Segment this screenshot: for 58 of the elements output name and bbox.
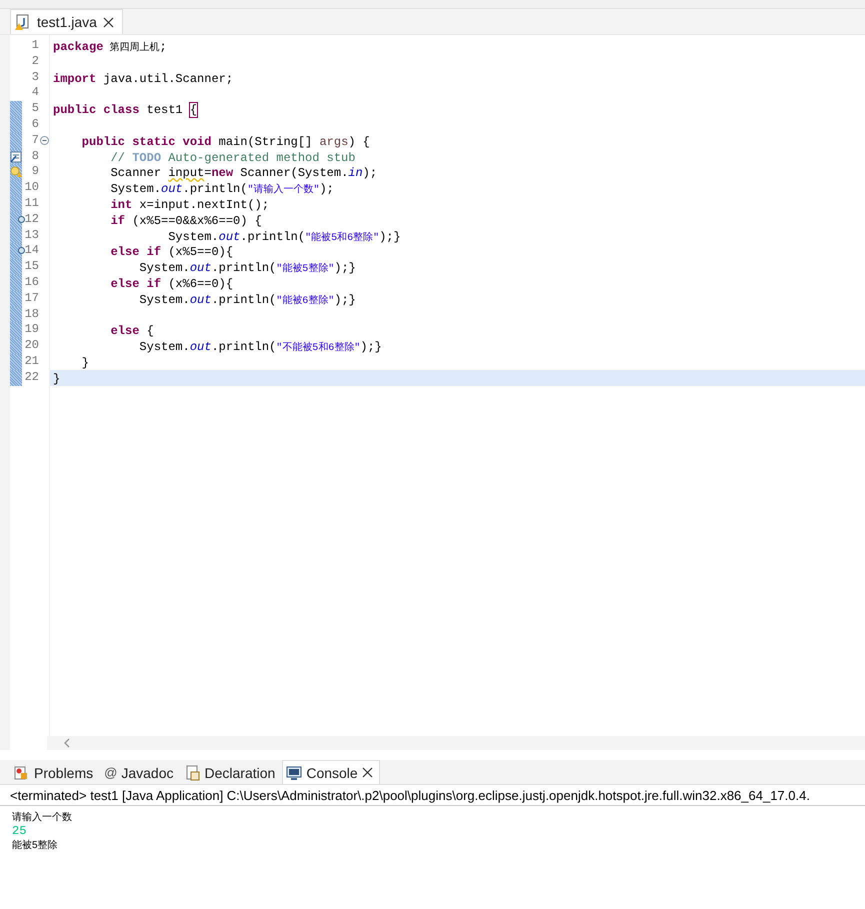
code-line: } bbox=[53, 372, 60, 386]
view-tab[interactable]: Problems bbox=[10, 760, 100, 784]
code-line: else { bbox=[110, 324, 154, 338]
line-number: 10 bbox=[24, 180, 39, 194]
view-tab[interactable]: @ Javadoc bbox=[100, 760, 180, 784]
line-number: 21 bbox=[24, 354, 39, 368]
view-tab[interactable]: Console bbox=[282, 760, 380, 784]
line-number: 20 bbox=[24, 338, 39, 352]
line-number: 19 bbox=[24, 322, 39, 336]
line-number: 11 bbox=[24, 196, 39, 210]
code-line: public class test1 { bbox=[53, 103, 198, 118]
collapse-icon[interactable] bbox=[40, 136, 49, 145]
line-number: 17 bbox=[24, 290, 39, 305]
editor-tab[interactable]: test1.java bbox=[10, 9, 123, 34]
code-line: package 第四周上机; bbox=[53, 40, 167, 54]
code-line: System.out.println("能被5和6整除");} bbox=[167, 230, 401, 244]
close-icon[interactable] bbox=[102, 16, 114, 28]
line-number: 2 bbox=[32, 54, 39, 68]
code-line: else if (x%6==0){ bbox=[110, 276, 234, 291]
java-file-icon bbox=[15, 14, 31, 30]
code-line: import java.util.Scanner; bbox=[53, 72, 234, 86]
line-number: 12 bbox=[24, 212, 39, 226]
code-line: else if (x%5==0){ bbox=[110, 245, 234, 260]
view-tab[interactable]: Declaration bbox=[180, 760, 282, 784]
problems-icon bbox=[14, 764, 30, 780]
line-number: 3 bbox=[32, 70, 39, 84]
line-number: 7 bbox=[32, 132, 39, 147]
line-number: 4 bbox=[32, 85, 39, 100]
horizontal-scrollbar[interactable] bbox=[47, 736, 865, 750]
code-line: public static void main(String[] args) { bbox=[80, 134, 370, 149]
console-header: <terminated> test1 [Java Application] C:\Users\Administrator\.p2\pool\plugins\org.eclipse.justj.openjdk.hotspot.jre.full.win32.x86_64_17.0.4. bbox=[0, 785, 865, 806]
code-line: if (x%5==0&&x%6==0) { bbox=[110, 214, 262, 228]
line-number: 8 bbox=[32, 148, 39, 163]
console-line: 25 bbox=[12, 824, 26, 838]
at-sign-icon: @ bbox=[104, 765, 118, 780]
code-line: System.out.println("能被6整除");} bbox=[138, 292, 356, 307]
line-number: 16 bbox=[24, 274, 39, 289]
close-icon[interactable] bbox=[362, 767, 373, 778]
code-line: System.out.println("能被5整除");} bbox=[138, 261, 356, 276]
line-number: 1 bbox=[32, 38, 39, 52]
code-line: Scanner input=new Scanner(System.in); bbox=[110, 166, 378, 180]
code-line: System.out.println("请输入一个数"); bbox=[110, 182, 334, 196]
monitor-icon bbox=[286, 764, 302, 780]
code-line: } bbox=[80, 356, 90, 370]
line-number: 6 bbox=[32, 116, 39, 131]
line-number: 14 bbox=[24, 243, 39, 258]
line-number: 22 bbox=[24, 370, 39, 384]
code-line: int x=input.nextInt(); bbox=[110, 198, 270, 212]
console-line: 请输入一个数 bbox=[12, 810, 72, 824]
line-number: 5 bbox=[32, 101, 39, 116]
declaration-icon bbox=[184, 764, 200, 780]
line-number: 18 bbox=[24, 306, 39, 321]
line-number: 15 bbox=[24, 259, 39, 274]
line-number: 13 bbox=[24, 228, 39, 242]
console-line: 能被5整除 bbox=[12, 838, 58, 852]
line-number: 9 bbox=[32, 164, 39, 178]
code-line: // TODO Auto-generated method stub bbox=[110, 150, 356, 165]
code-line: System.out.println("不能被5和6整除");} bbox=[138, 340, 382, 354]
